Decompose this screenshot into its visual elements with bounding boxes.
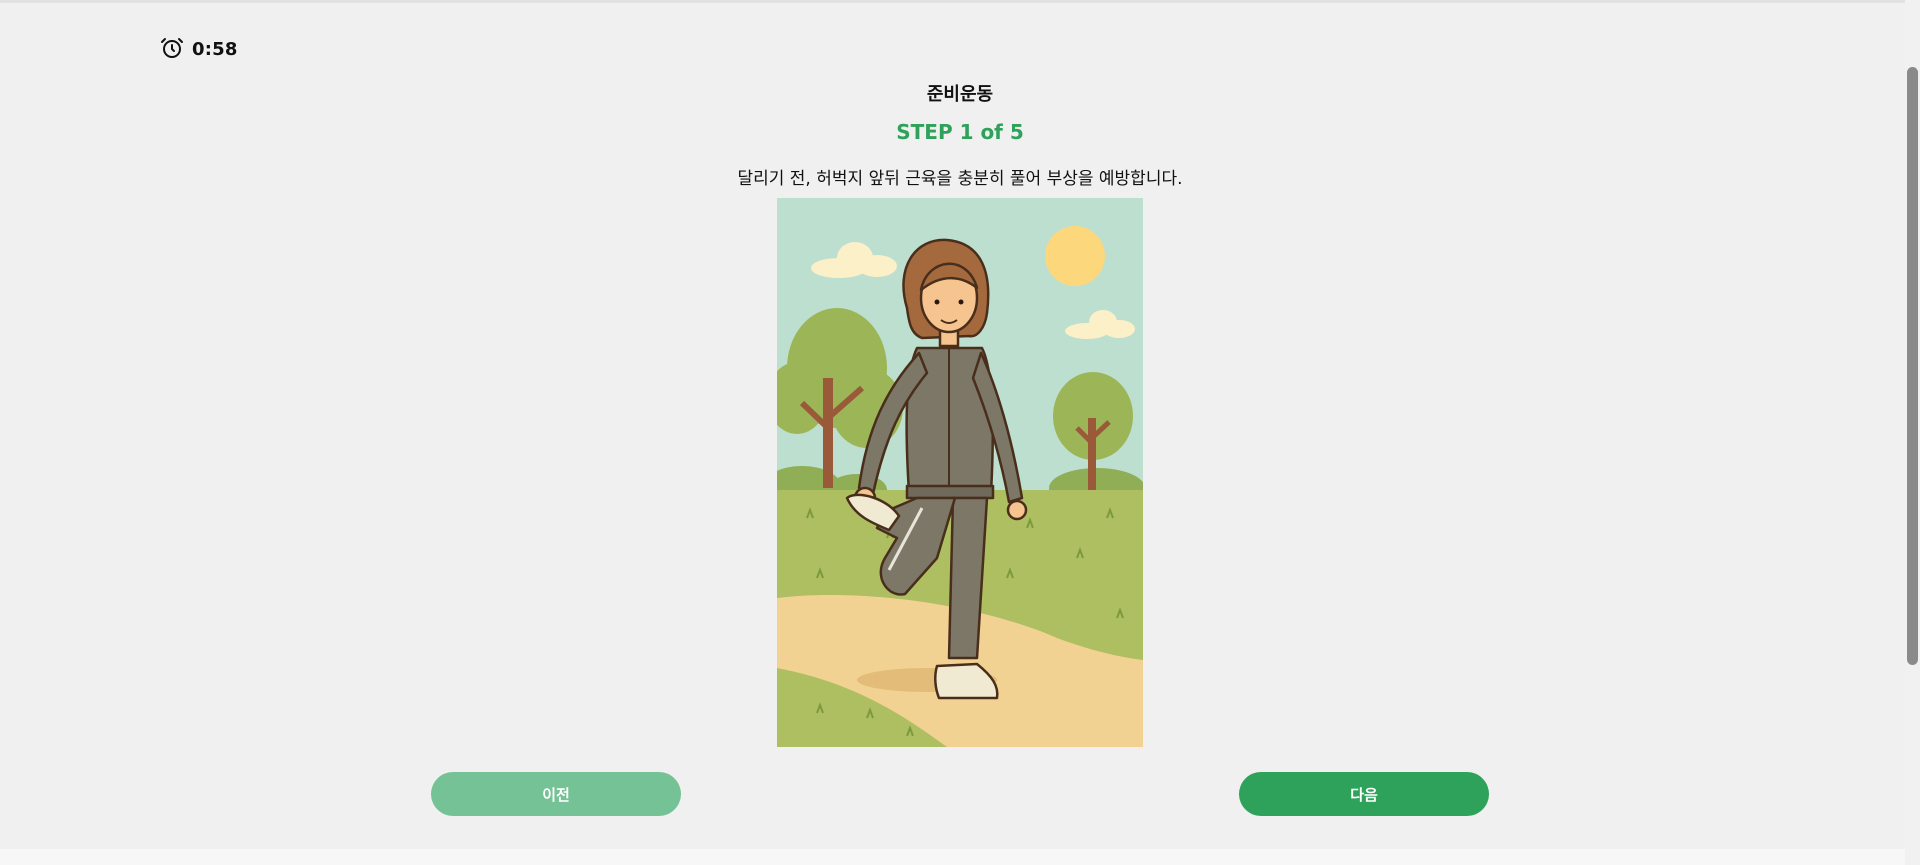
bottom-strip	[0, 849, 1905, 865]
next-button[interactable]: 다음	[1239, 772, 1489, 816]
previous-button[interactable]: 이전	[431, 772, 681, 816]
scrollbar-track[interactable]	[1905, 0, 1920, 865]
step-indicator: STEP 1 of 5	[896, 120, 1024, 144]
alarm-clock-icon	[160, 36, 184, 64]
timer-value: 0:58	[192, 39, 238, 60]
scrollbar-thumb[interactable]	[1907, 67, 1918, 665]
page-title: 준비운동	[926, 84, 994, 105]
timer: 0:58	[160, 36, 238, 64]
exercise-illustration	[777, 198, 1143, 747]
step-description: 달리기 전, 허벅지 앞뒤 근육을 충분히 풀어 부상을 예방합니다.	[737, 169, 1183, 189]
page: 0:58 준비운동 STEP 1 of 5 달리기 전, 허벅지 앞뒤 근육을 …	[0, 0, 1920, 865]
